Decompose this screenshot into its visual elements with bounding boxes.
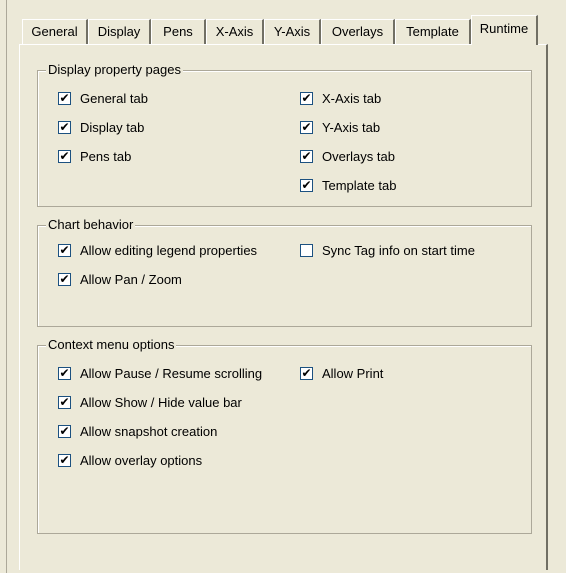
checkbox-box: ✔ bbox=[58, 366, 71, 380]
tab-general[interactable]: General bbox=[22, 19, 88, 44]
runtime-tab-panel: Display property pages ✔ General tab ✔ D… bbox=[19, 44, 548, 570]
display-tab-label: Display tab bbox=[80, 120, 145, 135]
checkbox-box: ✔ bbox=[58, 453, 71, 467]
checkbox-box: ✔ bbox=[58, 91, 71, 105]
checkbox-box: ✔ bbox=[300, 91, 313, 105]
y-axis-tab-label: Y-Axis tab bbox=[322, 120, 381, 135]
allow-snapshot-label: Allow snapshot creation bbox=[80, 424, 218, 439]
context-menu-group-title: Context menu options bbox=[46, 337, 177, 352]
checkbox-box: ✔ bbox=[58, 424, 71, 438]
tab-runtime[interactable]: Runtime bbox=[471, 15, 538, 45]
tab-pens[interactable]: Pens bbox=[151, 19, 206, 44]
context-menu-group: Context menu options ✔ Allow Pause / Res… bbox=[37, 337, 532, 534]
allow-overlay-options-label: Allow overlay options bbox=[80, 453, 203, 468]
overlays-tab-label: Overlays tab bbox=[322, 149, 395, 164]
checkbox-box: ✔ bbox=[58, 272, 71, 286]
allow-print-label: Allow Print bbox=[322, 366, 384, 381]
tab-x-axis[interactable]: X-Axis bbox=[206, 19, 264, 44]
checkbox-box: ✔ bbox=[58, 395, 71, 409]
sync-tag-info-label: Sync Tag info on start time bbox=[322, 243, 475, 258]
allow-show-hide-valuebar-label: Allow Show / Hide value bar bbox=[80, 395, 242, 410]
dialog-edge bbox=[6, 0, 7, 573]
checkbox-box: ✔ bbox=[58, 149, 71, 163]
pens-tab-label: Pens tab bbox=[80, 149, 132, 164]
allow-editing-legend-label: Allow editing legend properties bbox=[80, 243, 258, 258]
display-pages-group: Display property pages ✔ General tab ✔ D… bbox=[37, 62, 532, 207]
checkbox-box: ✔ bbox=[300, 366, 313, 380]
allow-pause-resume-label: Allow Pause / Resume scrolling bbox=[80, 366, 263, 381]
tab-overlays[interactable]: Overlays bbox=[321, 19, 395, 44]
allow-pan-zoom-label: Allow Pan / Zoom bbox=[80, 272, 182, 287]
display-pages-group-title: Display property pages bbox=[46, 62, 183, 77]
tab-display[interactable]: Display bbox=[88, 19, 151, 44]
checkbox-box: ✔ bbox=[300, 149, 313, 163]
tab-template[interactable]: Template bbox=[395, 19, 471, 44]
template-tab-label: Template tab bbox=[322, 178, 397, 193]
checkbox-box-empty bbox=[300, 244, 313, 257]
checkbox-box: ✔ bbox=[58, 120, 71, 134]
checkbox-box: ✔ bbox=[58, 243, 71, 257]
runtime-properties-dialog: General Display Pens X-Axis Y-Axis Overl… bbox=[0, 0, 566, 573]
checkbox-box: ✔ bbox=[300, 178, 313, 192]
tab-y-axis[interactable]: Y-Axis bbox=[264, 19, 321, 44]
checkbox-box: ✔ bbox=[300, 120, 313, 134]
chart-behavior-group: Chart behavior ✔ Allow editing legend pr… bbox=[37, 217, 532, 327]
chart-behavior-group-title: Chart behavior bbox=[46, 217, 136, 232]
x-axis-tab-label: X-Axis tab bbox=[322, 91, 382, 106]
general-tab-label: General tab bbox=[80, 91, 148, 106]
